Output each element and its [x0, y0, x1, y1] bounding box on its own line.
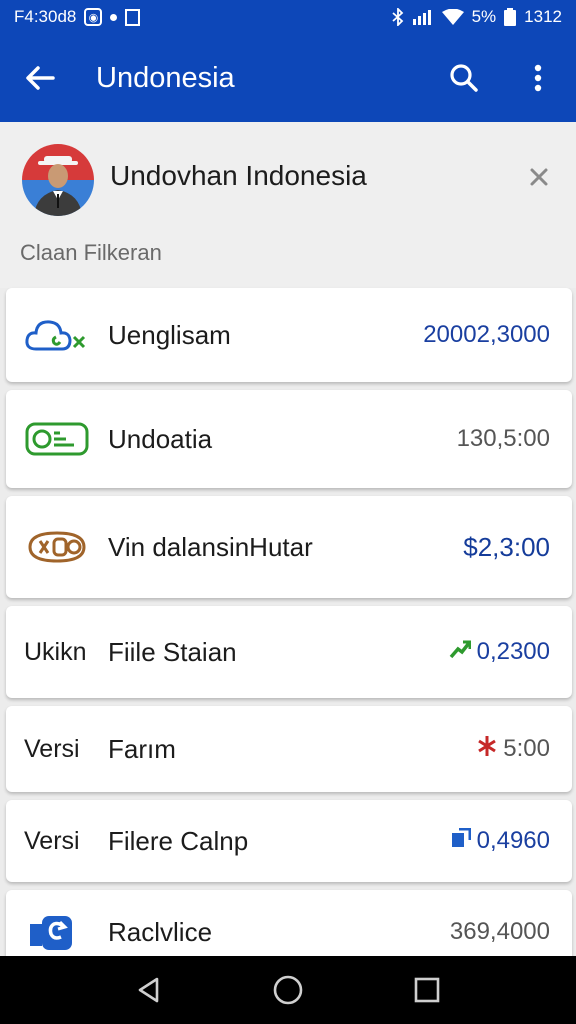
- bluetooth-icon: [391, 8, 404, 26]
- item-value: 0,4960: [451, 827, 550, 855]
- list-item[interactable]: Vin dalansinHutar $2,3:00: [6, 496, 572, 598]
- item-label: Raclvlice: [108, 916, 213, 947]
- app-bar: Undonesia: [0, 34, 576, 122]
- item-label: Filere Calnp: [108, 825, 249, 856]
- close-icon[interactable]: [522, 160, 556, 194]
- system-nav-bar: [0, 956, 576, 1024]
- list-item[interactable]: Uenglisam 20002,3000: [6, 288, 572, 382]
- app-notification-icon: ◉: [84, 8, 103, 26]
- item-label: Fiile Staian: [108, 636, 237, 667]
- avatar[interactable]: [22, 144, 94, 216]
- asterisk-icon: [477, 735, 497, 764]
- dot-icon: [110, 13, 118, 21]
- item-prefix: Versi: [24, 734, 80, 763]
- coin-icon: [24, 524, 94, 570]
- list-item[interactable]: Undoatia 130,5:00: [6, 390, 572, 488]
- banknote-icon: [24, 416, 94, 462]
- chart-box-icon: [451, 827, 472, 855]
- item-value: 130,5:00: [456, 425, 550, 452]
- list-item[interactable]: Versi Filere Calnp 0,4960: [6, 800, 572, 882]
- search-icon[interactable]: [444, 58, 484, 98]
- profile-subtitle: Claan Filkeran: [20, 240, 162, 265]
- signal-icon: [412, 9, 434, 25]
- trend-up-icon: [449, 638, 472, 666]
- flag-icon: [125, 8, 141, 26]
- more-vert-icon[interactable]: [518, 58, 558, 98]
- item-value: $2,3:00: [463, 531, 550, 562]
- profile-name: Undovhan Indonesia: [110, 160, 367, 191]
- wifi-icon: [441, 9, 464, 25]
- item-label: Uenglisam: [108, 319, 231, 350]
- cloud-icon: [24, 312, 94, 358]
- item-label: Farım: [108, 733, 176, 764]
- status-clock: 1312: [524, 7, 562, 26]
- item-value: 0,2300: [449, 638, 550, 666]
- item-value: 5:00: [477, 735, 550, 764]
- back-arrow-icon[interactable]: [18, 56, 62, 100]
- profile-header: Undovhan Indonesia Claan Filkeran: [0, 122, 576, 288]
- item-prefix: Versi: [24, 826, 80, 855]
- page-title: Undonesia: [96, 61, 235, 94]
- item-label: Undoatia: [108, 423, 213, 454]
- item-label: Vin dalansinHutar: [108, 531, 313, 562]
- nav-home-icon[interactable]: [268, 970, 308, 1010]
- battery-percent: 5%: [471, 7, 497, 26]
- list-item[interactable]: Versi Farım 5:00: [6, 706, 572, 792]
- list-item[interactable]: Ukikn Fiile Staian 0,2300: [6, 606, 572, 698]
- nav-back-icon[interactable]: [129, 970, 169, 1010]
- battery-icon: [504, 8, 517, 26]
- nav-recents-icon[interactable]: [407, 970, 447, 1010]
- item-value: 369,4000: [449, 918, 550, 945]
- status-time: F4:30d8: [14, 7, 77, 26]
- item-value: 20002,3000: [423, 321, 550, 348]
- item-prefix: Ukikn: [24, 637, 87, 666]
- refresh-box-icon: [24, 909, 94, 955]
- status-bar: F4:30d8 ◉ 5% 1312: [0, 0, 576, 34]
- currency-list: Uenglisam 20002,3000 Undoatia 130,5:00 V…: [6, 288, 572, 982]
